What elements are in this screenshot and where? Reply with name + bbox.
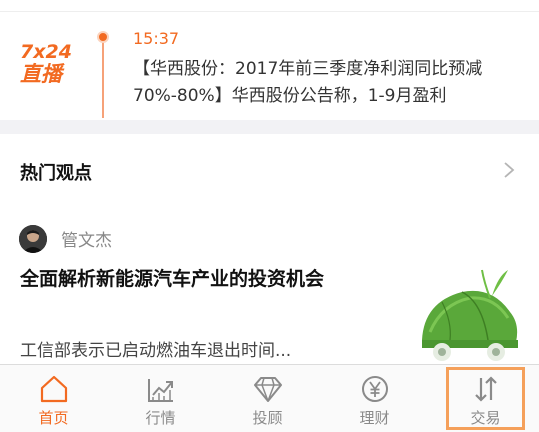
tab-advisor[interactable]: 投顾 [214, 365, 321, 432]
tab-finance-label: 理财 [359, 409, 390, 427]
tab-home[interactable]: 首页 [0, 365, 107, 432]
article-thumbnail-leaf-car [412, 262, 524, 364]
tab-market[interactable]: 行情 [107, 365, 214, 432]
tab-home-label: 首页 [38, 409, 69, 427]
timeline-dot [97, 31, 109, 43]
hot-view-article[interactable]: 管文杰 全面解析新能源汽车产业的投资机会 工信部表示已启动燃油车退出时间... [0, 204, 539, 364]
section-divider [0, 120, 539, 134]
live-news-section[interactable]: 7x24 直播 15:37 【华西股份：2017年前三季度净利润同比预减70%-… [0, 12, 539, 120]
trade-tab-highlight-box [446, 367, 525, 430]
live-7x24-logo: 7x24 直播 [20, 42, 82, 90]
live-news-time: 15:37 [133, 29, 180, 48]
tab-advisor-label: 投顾 [252, 409, 283, 427]
article-headline[interactable]: 全面解析新能源汽车产业的投资机会 [20, 266, 405, 293]
author-name[interactable]: 管文杰 [61, 226, 112, 251]
trend-chart-icon [147, 379, 173, 402]
tab-finance[interactable]: 理财 [321, 365, 428, 432]
home-icon [40, 375, 67, 403]
timeline-line [102, 38, 104, 118]
live-news-text[interactable]: 【华西股份：2017年前三季度净利润同比预减70%-80%】华西股份公告称，1-… [133, 56, 523, 110]
article-summary: 工信部表示已启动燃油车退出时间... [20, 341, 292, 361]
live-logo-line2: 直播 [20, 62, 62, 86]
hot-views-header[interactable]: 热门观点 [0, 134, 539, 204]
diamond-icon [253, 377, 282, 402]
live-logo-line1: 7x24 [20, 41, 72, 63]
author-avatar[interactable] [19, 225, 47, 253]
hot-views-title: 热门观点 [20, 163, 92, 184]
chevron-right-icon[interactable] [499, 160, 519, 180]
yen-coin-icon [361, 376, 388, 402]
tab-market-label: 行情 [145, 409, 176, 427]
top-strip [0, 0, 539, 12]
